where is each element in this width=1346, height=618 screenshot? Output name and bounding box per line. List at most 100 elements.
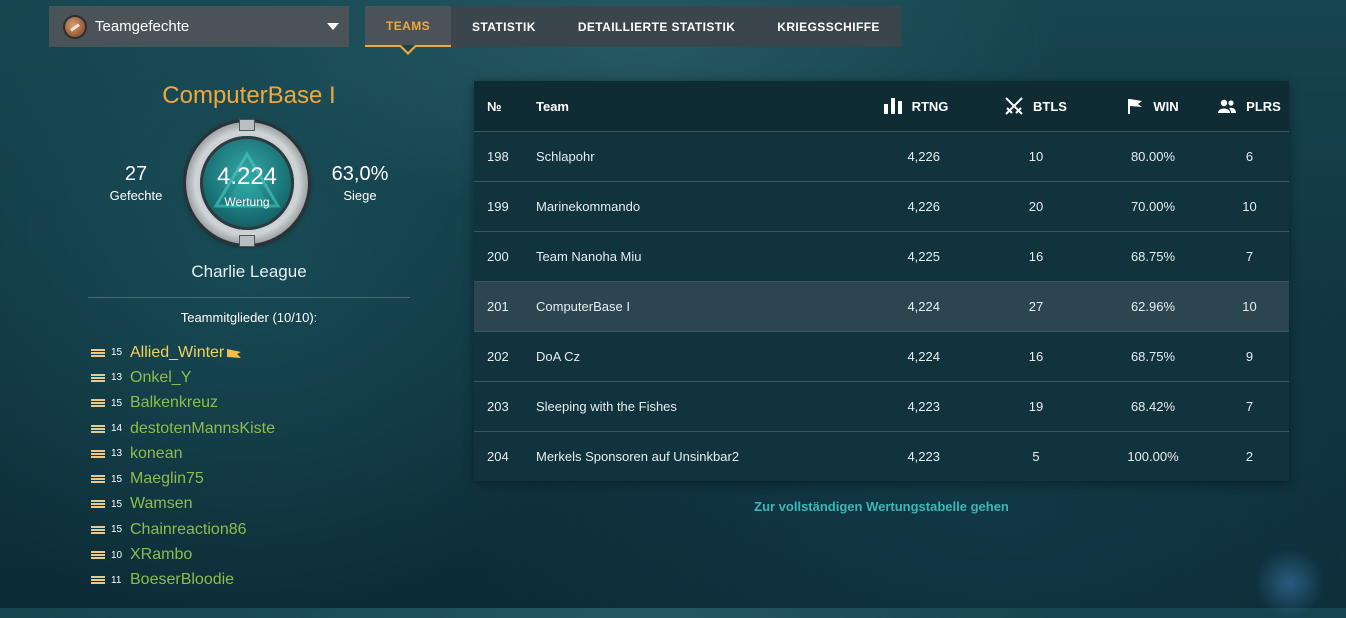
cell-win-rate: 70.00% xyxy=(1130,199,1176,214)
cell-players: 7 xyxy=(1245,249,1254,264)
member-name[interactable]: destotenMannsKiste xyxy=(130,420,275,438)
cell-rating: 4,226 xyxy=(907,149,940,164)
battles-count: 27 xyxy=(124,163,148,185)
cell-number: 203 xyxy=(487,399,509,414)
cell-number: 202 xyxy=(487,349,509,364)
tab-teams[interactable]: TEAMS xyxy=(365,6,451,55)
cell-team-name: Sleeping with the Fishes xyxy=(536,399,677,414)
rank-icon xyxy=(91,499,105,509)
header-win-label: WIN xyxy=(1153,98,1179,114)
cell-number: 198 xyxy=(487,149,509,164)
members-title: Teammitglieder (10/10): xyxy=(180,310,318,325)
member-name[interactable]: Allied_Winter xyxy=(130,344,224,362)
rank-icon xyxy=(91,525,105,535)
cell-win-rate: 100.00% xyxy=(1127,449,1179,464)
member-level: 15 xyxy=(111,397,123,409)
member-name[interactable]: konean xyxy=(130,445,183,463)
badge-lug-top xyxy=(239,119,255,131)
member-level: 13 xyxy=(111,372,123,384)
member-name[interactable]: XRambo xyxy=(130,546,192,564)
team-name: ComputerBase I xyxy=(162,82,336,109)
cell-rating: 4,224 xyxy=(907,349,940,364)
full-ranking-link[interactable]: Zur vollständigen Wertungstabelle gehen xyxy=(474,499,1289,514)
member-row: 15 Allied_Winter xyxy=(91,340,275,365)
member-level: 11 xyxy=(111,574,122,586)
member-name[interactable]: Maeglin75 xyxy=(130,470,204,488)
header-team: Team xyxy=(536,98,569,114)
commander-flag-icon xyxy=(227,348,242,358)
cell-rating: 4,223 xyxy=(907,449,940,464)
rating-label: Wertung xyxy=(224,195,270,209)
cell-rating: 4,224 xyxy=(907,299,940,314)
tab-detaillierte-statistik[interactable]: DETAILLIERTE STATISTIK xyxy=(557,6,756,47)
cell-team-name: Merkels Sponsoren auf Unsinkbar2 xyxy=(536,449,740,464)
member-row: 14 destotenMannsKiste xyxy=(91,416,275,441)
cell-win-rate: 62.96% xyxy=(1130,299,1176,314)
header-number: № xyxy=(487,98,502,114)
table-row[interactable]: 200 Team Nanoha Miu 4,225 16 68.75% 7 xyxy=(474,232,1289,282)
member-level: 15 xyxy=(111,498,123,510)
battles-stat: 27 Gefechte xyxy=(91,163,181,203)
cell-win-rate: 80.00% xyxy=(1130,149,1176,164)
header-rating[interactable]: RTNG xyxy=(856,98,976,114)
battle-mode-dropdown[interactable]: Teamgefechte xyxy=(49,6,349,47)
member-name[interactable]: Onkel_Y xyxy=(130,369,191,387)
cell-number: 199 xyxy=(487,199,509,214)
member-row: 15 Chainreaction86 xyxy=(91,517,275,542)
tab-statistik[interactable]: STATISTIK xyxy=(451,6,557,47)
member-row: 13 konean xyxy=(91,441,275,466)
member-level: 14 xyxy=(111,423,123,435)
chevron-down-icon xyxy=(327,23,339,30)
cell-team-name: DoA Cz xyxy=(536,349,581,364)
cell-number: 201 xyxy=(487,299,509,314)
rating-value: 4.224 xyxy=(216,163,278,190)
rank-icon xyxy=(91,424,105,434)
member-name[interactable]: BoeserBloodie xyxy=(130,571,234,589)
member-level: 15 xyxy=(111,347,123,359)
table-row[interactable]: 198 Schlapohr 4,226 10 80.00% 6 xyxy=(474,132,1289,182)
league-name: Charlie League xyxy=(191,262,307,281)
member-row: 15 Wamsen xyxy=(91,492,275,517)
member-row: 15 Balkenkreuz xyxy=(91,391,275,416)
cell-battles: 16 xyxy=(1028,349,1044,364)
table-row[interactable]: 203 Sleeping with the Fishes 4,223 19 68.42%… xyxy=(474,382,1289,432)
table-row[interactable]: 202 DoA Cz 4,224 16 68.75% 9 xyxy=(474,332,1289,382)
member-row: 10 XRambo xyxy=(91,542,275,567)
member-list: 15 Allied_Winter 13 Onkel_Y 15 Balkenkreuz 14 d… xyxy=(91,340,275,593)
table-row[interactable]: 204 Merkels Sponsoren auf Unsinkbar2 4,223… xyxy=(474,432,1289,481)
cell-battles: 19 xyxy=(1028,399,1044,414)
crossed-swords-icon xyxy=(1005,97,1023,115)
cell-players: 9 xyxy=(1245,349,1254,364)
cell-battles: 5 xyxy=(1032,449,1040,464)
member-name[interactable]: Wamsen xyxy=(130,495,193,513)
cell-number: 200 xyxy=(487,249,509,264)
cell-rating: 4,226 xyxy=(907,199,940,214)
players-icon xyxy=(1218,99,1237,113)
cell-win-rate: 68.42% xyxy=(1130,399,1176,414)
rank-icon xyxy=(91,348,105,358)
cell-players: 10 xyxy=(1242,299,1257,314)
badge-lug-bottom xyxy=(239,235,255,247)
member-row: 11 BoeserBloodie xyxy=(91,568,275,593)
member-name[interactable]: Balkenkreuz xyxy=(130,394,218,412)
battle-mode-label: Teamgefechte xyxy=(95,18,190,35)
tab-bar: TEAMS STATISTIK DETAILLIERTE STATISTIK K… xyxy=(365,6,901,55)
wins-label: Siege xyxy=(343,188,377,203)
header-players-label: PLRS xyxy=(1246,98,1281,114)
header-win[interactable]: WIN xyxy=(1096,98,1210,114)
table-header: № Team RTNG BTLS WIN PLRS xyxy=(474,81,1289,132)
table-row[interactable]: 201 ComputerBase I 4,224 27 62.96% 10 xyxy=(474,282,1289,332)
rank-icon xyxy=(91,449,105,459)
table-row[interactable]: 199 Marinekommando 4,226 20 70.00% 10 xyxy=(474,182,1289,232)
header-battles[interactable]: BTLS xyxy=(976,97,1096,115)
cell-team-name: Marinekommando xyxy=(536,199,641,214)
header-players[interactable]: PLRS xyxy=(1210,99,1289,114)
member-name[interactable]: Chainreaction86 xyxy=(130,521,247,539)
bar-chart-icon xyxy=(883,98,902,114)
header-battles-label: BTLS xyxy=(1033,98,1067,114)
cell-win-rate: 68.75% xyxy=(1130,349,1176,364)
rank-icon xyxy=(91,398,105,408)
team-battle-icon xyxy=(63,14,87,39)
tab-kriegsschiffe[interactable]: KRIEGSSCHIFFE xyxy=(756,6,901,47)
member-row: 13 Onkel_Y xyxy=(91,365,275,390)
